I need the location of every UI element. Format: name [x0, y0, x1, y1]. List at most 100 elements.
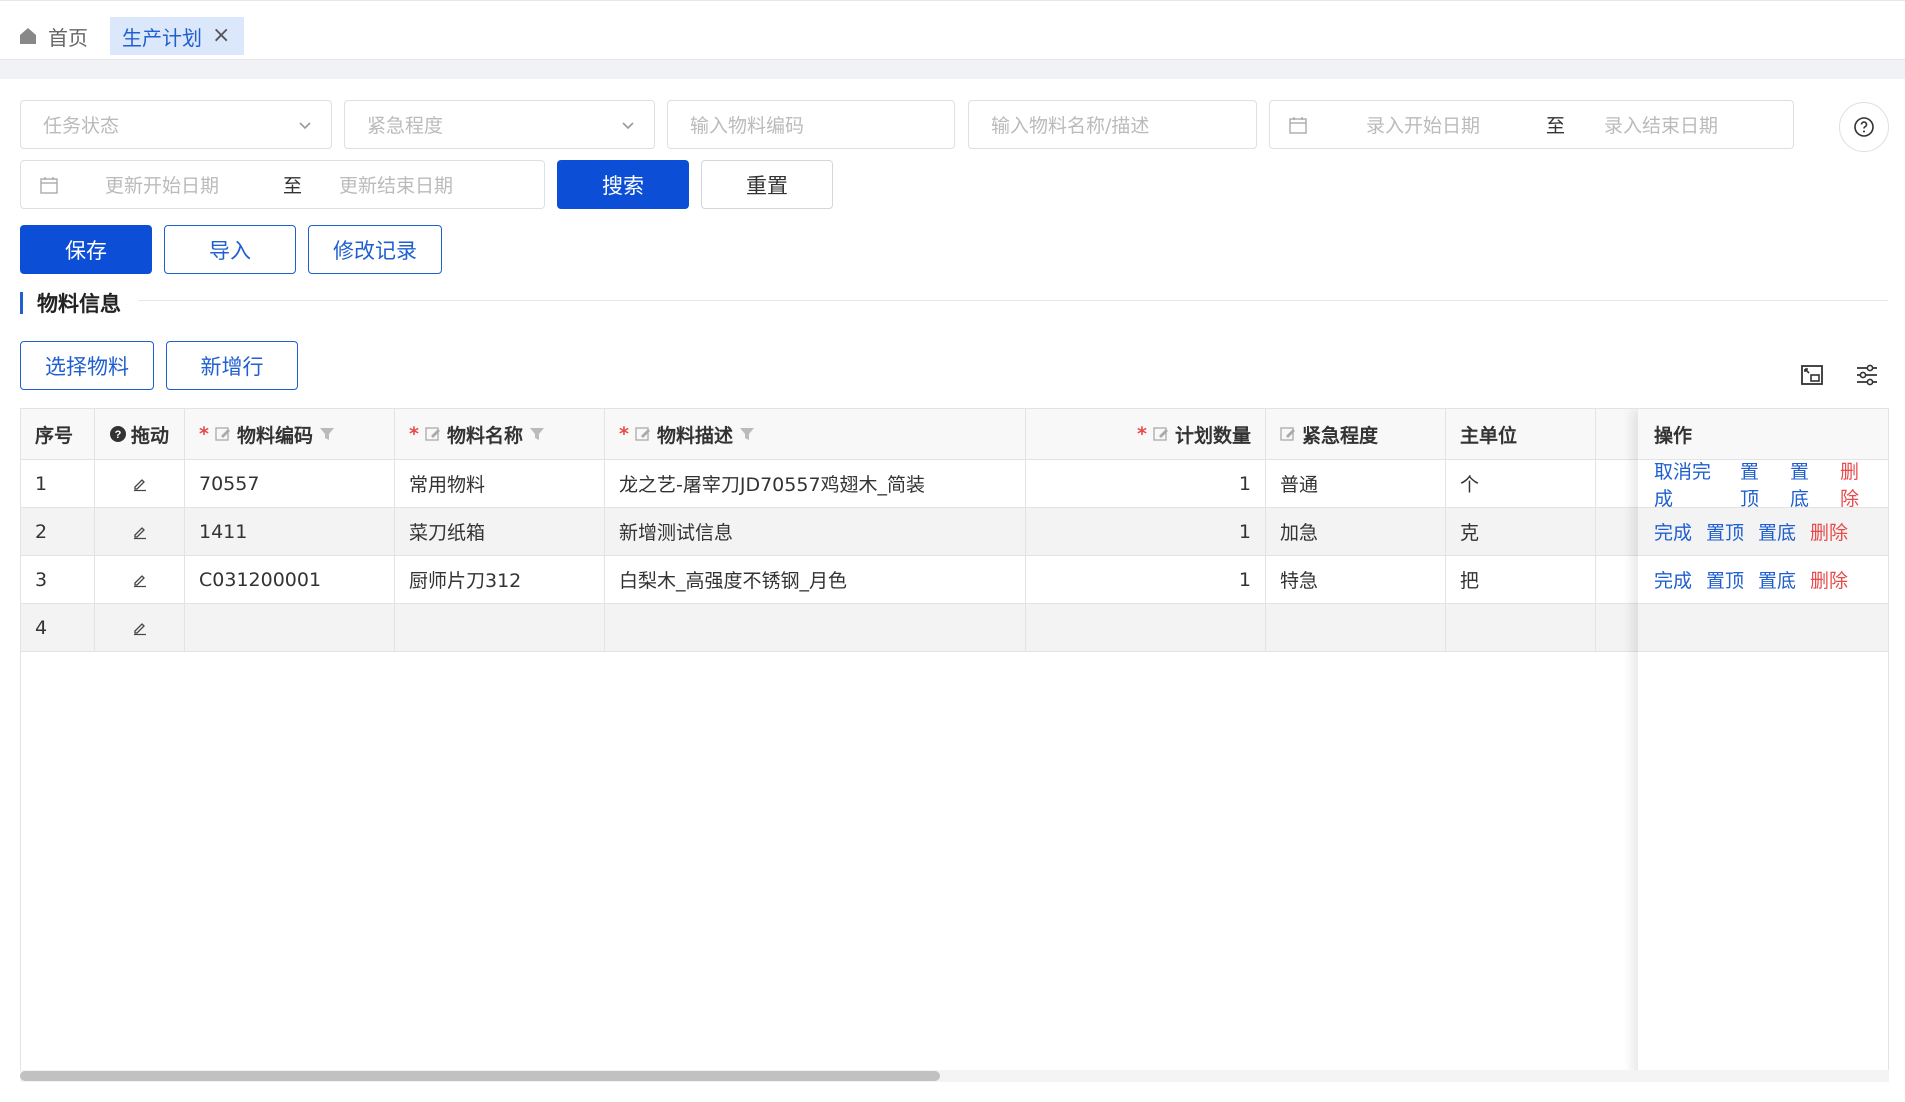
question-icon — [1854, 117, 1874, 137]
cell-urgency[interactable]: 加急 — [1266, 508, 1446, 555]
cell-name[interactable]: 菜刀纸箱 — [395, 508, 605, 555]
cell-unit[interactable] — [1446, 604, 1596, 651]
urgency-select[interactable]: 紧急程度 — [344, 100, 655, 149]
ops-row: 取消完成 置顶 置底 删除 — [1638, 457, 1888, 511]
help-button[interactable] — [1839, 102, 1889, 152]
required-mark: * — [409, 423, 419, 445]
cell-code[interactable]: C031200001 — [185, 556, 395, 603]
pin-bottom-link[interactable]: 置底 — [1758, 518, 1796, 545]
cell-unit[interactable]: 把 — [1446, 556, 1596, 603]
cell-urgency[interactable] — [1266, 604, 1446, 651]
cell-name[interactable]: 厨师片刀312 — [395, 556, 605, 603]
range-separator: 至 — [283, 175, 303, 197]
header-urgency[interactable]: 紧急程度 — [1266, 409, 1446, 459]
delete-link[interactable]: 删除 — [1840, 457, 1876, 511]
drag-handle[interactable] — [95, 460, 185, 507]
cell-qty[interactable]: 1 — [1026, 460, 1266, 507]
filter-icon[interactable] — [529, 426, 545, 442]
complete-link[interactable]: 完成 — [1654, 518, 1692, 545]
question-icon[interactable]: ? — [109, 425, 127, 443]
cell-name[interactable] — [395, 604, 605, 651]
pin-top-link[interactable]: 置顶 — [1740, 457, 1776, 511]
close-icon[interactable]: × — [212, 25, 230, 47]
calendar-icon — [40, 176, 58, 194]
tab-home[interactable]: 首页 — [18, 17, 88, 55]
scrollbar-thumb[interactable] — [20, 1071, 940, 1081]
pin-top-link[interactable]: 置顶 — [1706, 566, 1744, 593]
cell-code[interactable] — [185, 604, 395, 651]
task-status-select[interactable]: 任务状态 — [20, 100, 332, 149]
cell-unit[interactable]: 克 — [1446, 508, 1596, 555]
drag-handle[interactable] — [95, 508, 185, 555]
ops-row: 完成 置顶 置底 删除 — [1638, 556, 1888, 604]
tab-home-label: 首页 — [48, 25, 88, 50]
entry-end-placeholder: 录入结束日期 — [1604, 115, 1719, 137]
cell-qty[interactable] — [1026, 604, 1266, 651]
svg-text:?: ? — [115, 429, 122, 441]
pin-bottom-link[interactable]: 置底 — [1790, 457, 1826, 511]
drag-handle[interactable] — [95, 604, 185, 651]
table-row[interactable]: 1 70557 常用物料 龙之艺-屠宰刀JD70557鸡翅木_简装 1 普通个 — [21, 460, 1888, 508]
complete-link[interactable]: 完成 — [1654, 566, 1692, 593]
filter-icon[interactable] — [739, 426, 755, 442]
cell-desc[interactable]: 新增测试信息 — [605, 508, 1026, 555]
cell-urgency[interactable]: 特急 — [1266, 556, 1446, 603]
drag-handle[interactable] — [95, 556, 185, 603]
header-code[interactable]: * 物料编码 — [185, 409, 395, 459]
entry-start-placeholder: 录入开始日期 — [1366, 115, 1481, 137]
required-mark: * — [199, 423, 209, 445]
select-material-button[interactable]: 选择物料 — [20, 341, 154, 390]
reset-button[interactable]: 重置 — [701, 160, 833, 209]
header-qty[interactable]: * 计划数量 — [1026, 409, 1266, 459]
delete-link[interactable]: 删除 — [1810, 518, 1848, 545]
search-button[interactable]: 搜索 — [557, 160, 689, 209]
import-button[interactable]: 导入 — [164, 225, 296, 274]
header-desc[interactable]: * 物料描述 — [605, 409, 1026, 459]
history-button[interactable]: 修改记录 — [308, 225, 442, 274]
filter-icon[interactable] — [319, 426, 335, 442]
pin-bottom-link[interactable]: 置底 — [1758, 566, 1796, 593]
cell-code[interactable]: 70557 — [185, 460, 395, 507]
main-panel: 任务状态 紧急程度 输入物料编码 输入物料名称/描述 录入开始日期 至 录入结束… — [0, 79, 1905, 1102]
cell-desc[interactable] — [605, 604, 1026, 651]
cell-qty[interactable]: 1 — [1026, 556, 1266, 603]
complete-link[interactable]: 取消完成 — [1654, 457, 1726, 511]
cell-code[interactable]: 1411 — [185, 508, 395, 555]
table-row[interactable]: 3 C031200001 厨师片刀312 白梨木_高强度不锈钢_月色 1 特急把 — [21, 556, 1888, 604]
table-row[interactable]: 2 1411 菜刀纸箱 新增测试信息 1 加急克 — [21, 508, 1888, 556]
header-index: 序号 — [21, 409, 95, 459]
table-row[interactable]: 4 — [21, 604, 1888, 652]
add-row-button[interactable]: 新增行 — [166, 341, 298, 390]
column-settings-icon[interactable] — [1854, 362, 1880, 388]
material-name-input[interactable]: 输入物料名称/描述 — [968, 100, 1257, 149]
material-code-input[interactable]: 输入物料编码 — [667, 100, 955, 149]
chevron-down-icon — [622, 121, 634, 129]
update-date-range[interactable]: 更新开始日期 至 更新结束日期 — [20, 160, 545, 209]
cell-urgency[interactable]: 普通 — [1266, 460, 1446, 507]
fullscreen-icon[interactable] — [1799, 362, 1825, 388]
cell-qty[interactable]: 1 — [1026, 508, 1266, 555]
operations-column: 操作 取消完成 置顶 置底 删除 完成 置顶 置底 删除 完成 置顶 置底 删除 — [1638, 409, 1888, 1079]
update-end-placeholder: 更新结束日期 — [339, 175, 454, 197]
cell-desc[interactable]: 白梨木_高强度不锈钢_月色 — [605, 556, 1026, 603]
material-code-placeholder: 输入物料编码 — [690, 115, 805, 137]
pin-top-link[interactable]: 置顶 — [1706, 518, 1744, 545]
cell-name[interactable]: 常用物料 — [395, 460, 605, 507]
header-unit[interactable]: 主单位 — [1446, 409, 1596, 459]
cell-desc[interactable]: 龙之艺-屠宰刀JD70557鸡翅木_简装 — [605, 460, 1026, 507]
cell-index: 1 — [21, 460, 95, 507]
cell-unit[interactable]: 个 — [1446, 460, 1596, 507]
save-button[interactable]: 保存 — [20, 225, 152, 274]
horizontal-scrollbar[interactable] — [20, 1070, 1889, 1082]
material-name-placeholder: 输入物料名称/描述 — [991, 115, 1150, 137]
tab-production-plan[interactable]: 生产计划 × — [110, 17, 245, 55]
entry-date-range[interactable]: 录入开始日期 至 录入结束日期 — [1269, 100, 1794, 149]
urgency-placeholder: 紧急程度 — [367, 115, 444, 137]
pencil-icon — [133, 574, 146, 587]
cell-index: 4 — [21, 604, 95, 651]
header-name[interactable]: * 物料名称 — [395, 409, 605, 459]
chevron-down-icon — [299, 121, 311, 129]
editable-icon — [425, 427, 440, 441]
delete-link[interactable]: 删除 — [1810, 566, 1848, 593]
header-name-label: 物料名称 — [446, 424, 523, 447]
